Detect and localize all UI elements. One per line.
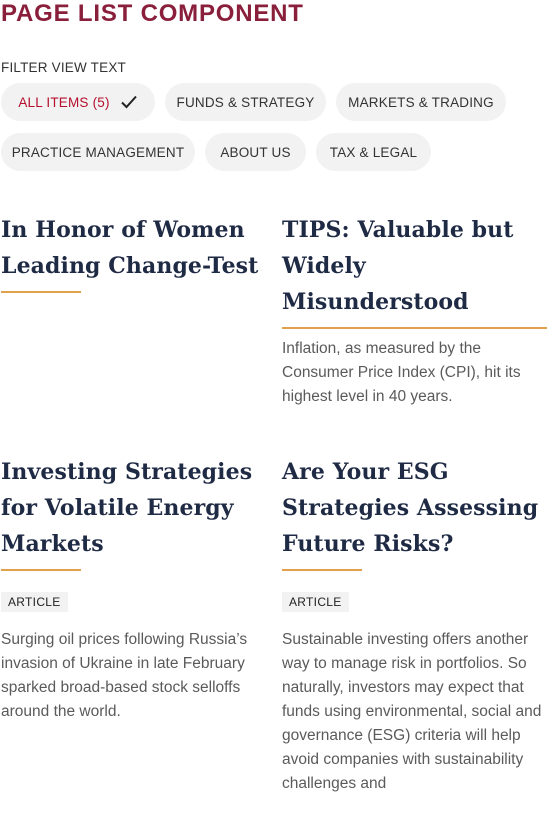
filter-chip-label: ALL ITEMS (5) — [18, 94, 110, 110]
title-underline — [1, 291, 81, 293]
filter-chip-label: MARKETS & TRADING — [348, 94, 494, 110]
filter-chip-markets-trading[interactable]: MARKETS & TRADING — [336, 83, 506, 121]
card-title[interactable]: Are Your ESG Strategies Assessing Future… — [282, 454, 547, 562]
card-description: Surging oil prices following Russia’s in… — [1, 631, 248, 720]
filter-chip-about-us[interactable]: ABOUT US — [205, 133, 306, 171]
filter-chip-label: PRACTICE MANAGEMENT — [11, 144, 185, 160]
title-underline — [282, 569, 362, 571]
page-title: PAGE LIST COMPONENT — [1, 0, 304, 27]
card-title[interactable]: In Honor of Women Leading Change-Test — [1, 212, 271, 284]
filter-chip-funds-strategy[interactable]: FUNDS & STRATEGY — [165, 83, 326, 121]
title-underline — [1, 569, 81, 571]
article-badge: ARTICLE — [282, 592, 349, 612]
filter-chip-tax-legal[interactable]: TAX & LEGAL — [316, 133, 431, 171]
filter-chip-label: TAX & LEGAL — [329, 144, 418, 160]
card-title[interactable]: Investing Strategies for Volatile Energy… — [1, 454, 273, 562]
filter-label: FILTER VIEW TEXT — [1, 60, 126, 75]
filter-chip-label: ABOUT US — [220, 144, 291, 160]
title-underline — [282, 327, 547, 329]
filter-chip-practice-management[interactable]: PRACTICE MANAGEMENT — [1, 133, 195, 171]
card-title[interactable]: TIPS: Valuable but Widely Misunderstood — [282, 212, 547, 320]
article-badge: ARTICLE — [1, 592, 68, 612]
card-description: Sustainable investing offers another way… — [282, 631, 542, 792]
check-icon — [120, 95, 137, 109]
filter-chip-all-items[interactable]: ALL ITEMS (5) — [1, 83, 155, 121]
card-description: Inflation, as measured by the Consumer P… — [282, 340, 521, 405]
filter-chip-label: FUNDS & STRATEGY — [176, 94, 315, 110]
